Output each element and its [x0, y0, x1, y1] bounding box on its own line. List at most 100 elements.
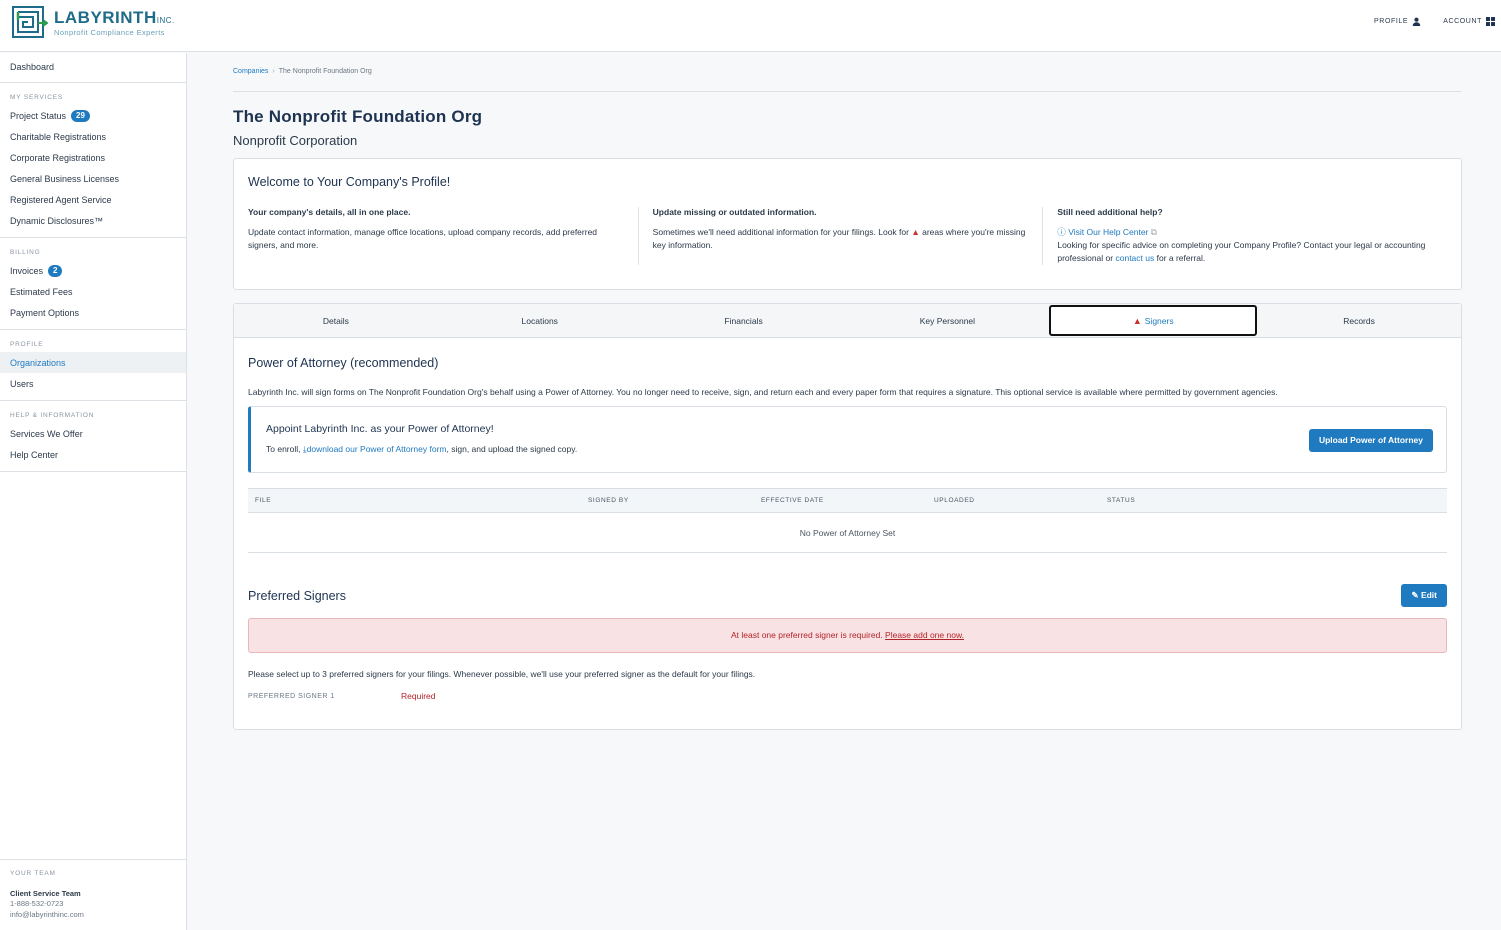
tab-label: Signers — [1144, 315, 1174, 326]
pencil-icon: ✎ — [1411, 590, 1419, 600]
count-badge: 29 — [71, 109, 90, 122]
sidebar-heading: MY SERVICES — [10, 94, 63, 101]
sidebar-item-label: Services We Offer — [10, 428, 83, 439]
grid-icon — [1486, 17, 1495, 26]
account-link[interactable]: ACCOUNT — [1443, 17, 1495, 26]
column-header-status[interactable]: STATUS — [1107, 497, 1280, 504]
sidebar-item-label: Registered Agent Service — [10, 194, 112, 205]
breadcrumb-separator-icon: › — [272, 68, 275, 75]
team-email[interactable]: info@labyrinthinc.com — [10, 909, 176, 920]
poa-table: FILE SIGNED BY EFFECTIVE DATE UPLOADED S… — [248, 488, 1447, 553]
tab-key-personnel[interactable]: Key Personnel — [845, 304, 1049, 337]
profile-tabs-card: Details Locations Financials Key Personn… — [233, 303, 1462, 730]
breadcrumb-companies[interactable]: Companies — [233, 68, 268, 75]
tab-label: Records — [1343, 315, 1375, 326]
download-poa-link[interactable]: download our Power of Attorney form — [307, 444, 447, 454]
tab-label: Financials — [724, 315, 763, 326]
welcome-col-heading: Your company's details, all in one place… — [248, 207, 411, 217]
column-header-signed-by[interactable]: SIGNED BY — [588, 497, 761, 504]
sidebar-item-label: Project Status — [10, 110, 67, 121]
tab-label: Key Personnel — [919, 315, 976, 326]
sidebar-item-corporate-registrations[interactable]: Corporate Registrations — [0, 147, 186, 168]
sidebar-section-billing: BILLING Invoices 2 Estimated Fees Payment… — [0, 237, 186, 329]
sidebar-item-estimated-fees[interactable]: Estimated Fees — [0, 281, 186, 302]
sidebar-item-invoices[interactable]: Invoices 2 — [0, 260, 186, 281]
poa-description: Labyrinth Inc. will sign forms on The No… — [248, 387, 1278, 397]
info-icon: ⓘ — [1057, 227, 1066, 237]
tab-label: Locations — [521, 315, 558, 326]
add-signer-link[interactable]: Please add one now. — [885, 630, 964, 640]
welcome-card: Welcome to Your Company's Profile! Your … — [233, 158, 1462, 290]
sidebar-item-label: Corporate Registrations — [10, 152, 106, 163]
welcome-title: Welcome to Your Company's Profile! — [248, 175, 451, 189]
sidebar-heading: PROFILE — [10, 341, 44, 348]
table-header: FILE SIGNED BY EFFECTIVE DATE UPLOADED S… — [248, 488, 1447, 513]
sidebar-item-general-business-licenses[interactable]: General Business Licenses — [0, 168, 186, 189]
sidebar-item-organizations[interactable]: Organizations — [0, 352, 186, 373]
tab-details[interactable]: Details — [234, 304, 438, 337]
preferred-signer-label: PREFERRED SIGNER 1 — [248, 693, 335, 700]
sidebar-item-label: Invoices — [10, 265, 44, 276]
page-subtitle: Nonprofit Corporation — [233, 133, 358, 148]
team-name: Client Service Team — [10, 889, 81, 898]
welcome-col-details: Your company's details, all in one place… — [248, 207, 638, 265]
brand-inc: INC. — [156, 15, 175, 25]
sidebar-item-dashboard[interactable]: Dashboard — [0, 56, 186, 77]
signer-required-alert: At least one preferred signer is require… — [248, 618, 1447, 653]
brand-name: LABYRINTH — [54, 7, 157, 27]
preferred-signers-description: Please select up to 3 preferred signers … — [248, 669, 756, 679]
sidebar-item-label: Organizations — [10, 357, 66, 368]
sidebar-section-help: HELP & INFORMATION Services We Offer Hel… — [0, 400, 186, 472]
profile-link[interactable]: PROFILE — [1374, 17, 1421, 26]
your-team-panel: YOUR TEAM Client Service Team 1-888-532-… — [0, 859, 186, 930]
sidebar-item-payment-options[interactable]: Payment Options — [0, 302, 186, 323]
profile-link-label: PROFILE — [1374, 18, 1409, 25]
user-icon — [1412, 17, 1421, 26]
brand-logo[interactable]: LABYRINTHINC. Nonprofit Compliance Exper… — [12, 6, 175, 38]
breadcrumb-current: The Nonprofit Foundation Org — [278, 68, 372, 75]
welcome-col-text: Looking for specific advice on completin… — [1057, 240, 1426, 263]
team-phone[interactable]: 1-888-532-0723 — [10, 898, 176, 909]
contact-us-link[interactable]: contact us — [1115, 253, 1154, 263]
poa-appoint-box: Appoint Labyrinth Inc. as your Power of … — [248, 406, 1447, 473]
account-link-label: ACCOUNT — [1443, 18, 1482, 25]
sidebar-item-users[interactable]: Users — [0, 373, 186, 394]
sidebar-item-label: General Business Licenses — [10, 173, 120, 184]
column-header-uploaded[interactable]: UPLOADED — [934, 497, 1107, 504]
top-header: LABYRINTHINC. Nonprofit Compliance Exper… — [0, 0, 1501, 52]
sidebar-item-services-we-offer[interactable]: Services We Offer — [0, 423, 186, 444]
appoint-text-after: , sign, and upload the signed copy. — [446, 444, 578, 454]
column-header-effective-date[interactable]: EFFECTIVE DATE — [761, 497, 934, 504]
tab-records[interactable]: Records — [1257, 304, 1461, 337]
preferred-signer-value: Required — [401, 691, 436, 701]
sidebar-item-label: Help Center — [10, 449, 59, 460]
preferred-signer-row: PREFERRED SIGNER 1 Required — [248, 691, 1447, 701]
tab-bar: Details Locations Financials Key Personn… — [234, 304, 1461, 338]
appoint-text: To enroll, — [266, 444, 301, 454]
welcome-col-heading: Still need additional help? — [1057, 207, 1163, 217]
page-title: The Nonprofit Foundation Org — [233, 107, 483, 126]
brand-tagline: Nonprofit Compliance Experts — [54, 27, 165, 37]
welcome-col-text-after: for a referral. — [1156, 253, 1206, 263]
tab-label: Details — [322, 315, 349, 326]
sidebar-item-registered-agent-service[interactable]: Registered Agent Service — [0, 189, 186, 210]
sidebar-item-label: Dynamic Disclosures™ — [10, 215, 104, 226]
sidebar-item-help-center[interactable]: Help Center — [0, 444, 186, 465]
edit-signers-button[interactable]: ✎ Edit — [1401, 584, 1447, 607]
sidebar-item-project-status[interactable]: Project Status 29 — [0, 105, 186, 126]
tab-locations[interactable]: Locations — [438, 304, 642, 337]
tab-signers[interactable]: ▲ Signers — [1049, 305, 1258, 336]
column-header-file[interactable]: FILE — [255, 497, 588, 504]
sidebar-section-my-services: MY SERVICES Project Status 29 Charitable … — [0, 82, 186, 237]
preferred-signers-title: Preferred Signers — [248, 589, 346, 603]
upload-poa-button[interactable]: Upload Power of Attorney — [1308, 429, 1433, 452]
welcome-col-text: Update contact information, manage offic… — [248, 227, 598, 250]
edit-button-label: Edit — [1420, 590, 1437, 600]
help-center-link[interactable]: Visit Our Help Center — [1068, 227, 1148, 237]
sidebar-item-dynamic-disclosures[interactable]: Dynamic Disclosures™ — [0, 210, 186, 231]
count-badge: 2 — [48, 264, 63, 277]
tab-financials[interactable]: Financials — [642, 304, 846, 337]
sidebar-item-charitable-registrations[interactable]: Charitable Registrations — [0, 126, 186, 147]
labyrinth-logo-icon — [12, 6, 48, 38]
welcome-col-heading: Update missing or outdated information. — [652, 207, 817, 217]
